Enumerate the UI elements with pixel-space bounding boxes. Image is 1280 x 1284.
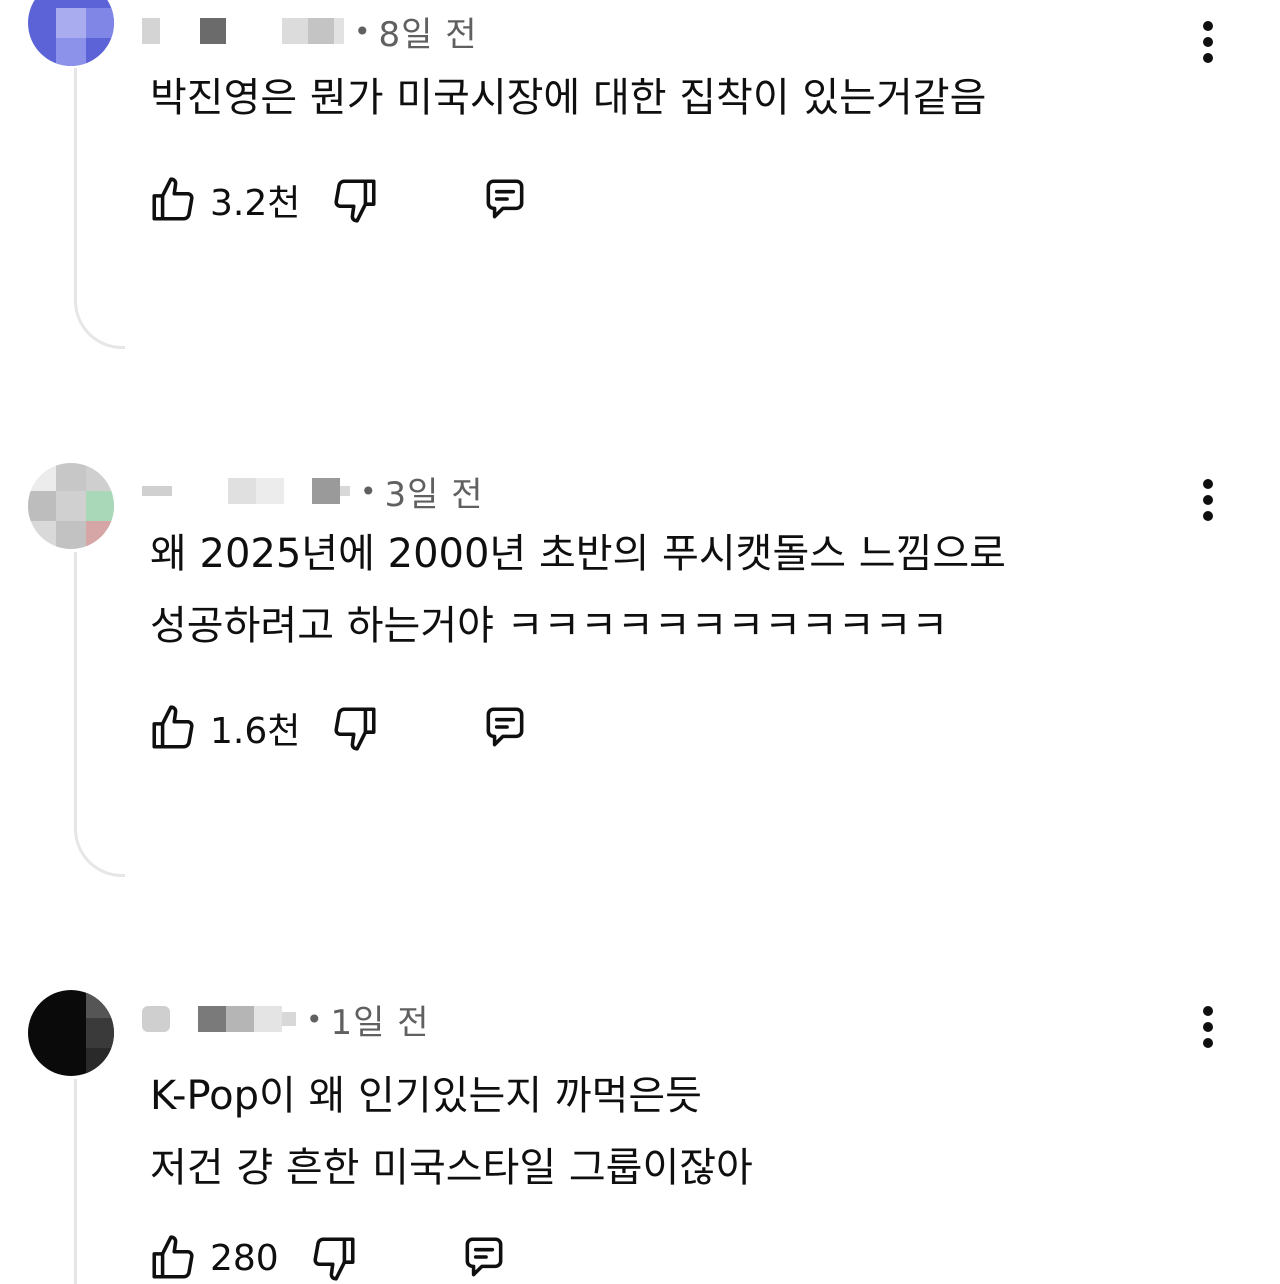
thumbs-up-icon [152, 177, 194, 221]
thumbs-up-icon [152, 705, 194, 749]
comment-time: 3일 전 [384, 474, 484, 515]
comment-actions: 3.2천 [148, 172, 530, 228]
thumbs-down-icon [334, 707, 376, 751]
comment-meta: • 1일 전 [142, 999, 430, 1043]
more-vertical-icon [1203, 479, 1213, 489]
reply-thread-line [74, 1079, 125, 1284]
more-options-button[interactable] [1188, 12, 1228, 72]
thumbs-down-icon [313, 1237, 355, 1281]
like-count: 280 [210, 1237, 279, 1279]
avatar[interactable] [28, 463, 114, 549]
reply-button[interactable] [459, 1233, 509, 1283]
like-button[interactable]: 280 [148, 1233, 309, 1283]
comment-text-line: 성공하려고 하는거야 ㅋㅋㅋㅋㅋㅋㅋㅋㅋㅋㅋㅋ [150, 603, 949, 649]
separator-dot: • [354, 14, 371, 48]
reply-button[interactable] [480, 703, 530, 753]
thumbs-up-icon [152, 1235, 194, 1279]
dislike-button[interactable] [330, 175, 380, 225]
more-options-button[interactable] [1188, 997, 1228, 1057]
comment-actions: 1.6천 [148, 700, 530, 756]
more-vertical-icon [1203, 37, 1213, 47]
thumbs-down-icon [334, 179, 376, 223]
separator-dot: • [360, 474, 377, 508]
comment-text-line: 저건 걍 흔한 미국스타일 그룹이잖아 [150, 1145, 753, 1191]
comment-time: 8일 전 [378, 14, 478, 55]
comment-actions: 280 [148, 1230, 509, 1284]
more-vertical-icon [1203, 1006, 1213, 1016]
more-vertical-icon [1203, 495, 1213, 505]
reply-button[interactable] [480, 175, 530, 225]
comment: • 3일 전 왜 2025년에 2000년 초반의 푸시캣돌스 느낌으로 성공하… [0, 450, 1280, 890]
comments-screen: • 8일 전 박진영은 뭔가 미국시장에 대한 집착이 있는거같음 3.2천 •… [0, 0, 1280, 1284]
like-button[interactable]: 3.2천 [148, 174, 330, 226]
like-count: 1.6천 [210, 711, 301, 752]
author-name-obscured[interactable] [142, 11, 344, 51]
dislike-button[interactable] [330, 703, 380, 753]
comment: • 1일 전 K-Pop이 왜 인기있는지 까먹은듯 저건 걍 흔한 미국스타일… [0, 975, 1280, 1284]
reply-comment-icon [486, 179, 524, 219]
comment-meta: • 3일 전 [142, 471, 484, 515]
reply-thread-line [74, 552, 125, 877]
comment-text-line: 박진영은 뭔가 미국시장에 대한 집착이 있는거같음 [150, 75, 987, 121]
comment-meta: • 8일 전 [142, 11, 478, 55]
comment-text-line: 왜 2025년에 2000년 초반의 푸시캣돌스 느낌으로 [150, 531, 1006, 577]
reply-comment-icon [465, 1237, 503, 1277]
more-options-button[interactable] [1188, 470, 1228, 530]
like-button[interactable]: 1.6천 [148, 702, 330, 754]
comment-text: 박진영은 뭔가 미국시장에 대한 집착이 있는거같음 [150, 62, 1140, 134]
comment-text-line: K-Pop이 왜 인기있는지 까먹은듯 [150, 1073, 702, 1119]
reply-comment-icon [486, 707, 524, 747]
separator-dot: • [306, 1002, 323, 1036]
dislike-button[interactable] [309, 1233, 359, 1283]
more-vertical-icon [1203, 53, 1213, 63]
more-vertical-icon [1203, 21, 1213, 31]
more-vertical-icon [1203, 1038, 1213, 1048]
more-vertical-icon [1203, 511, 1213, 521]
comment-time: 1일 전 [330, 1002, 430, 1043]
comment-text: K-Pop이 왜 인기있는지 까먹은듯 저건 걍 흔한 미국스타일 그룹이잖아 [150, 1060, 1140, 1204]
like-count: 3.2천 [210, 183, 301, 224]
avatar[interactable] [28, 0, 114, 66]
author-name-obscured[interactable] [142, 999, 296, 1039]
more-vertical-icon [1203, 1022, 1213, 1032]
comment-text: 왜 2025년에 2000년 초반의 푸시캣돌스 느낌으로 성공하려고 하는거야… [150, 518, 1140, 662]
comment: • 8일 전 박진영은 뭔가 미국시장에 대한 집착이 있는거같음 3.2천 [0, 0, 1280, 400]
reply-thread-line [74, 68, 125, 349]
author-name-obscured[interactable] [142, 471, 350, 511]
avatar[interactable] [28, 990, 114, 1076]
